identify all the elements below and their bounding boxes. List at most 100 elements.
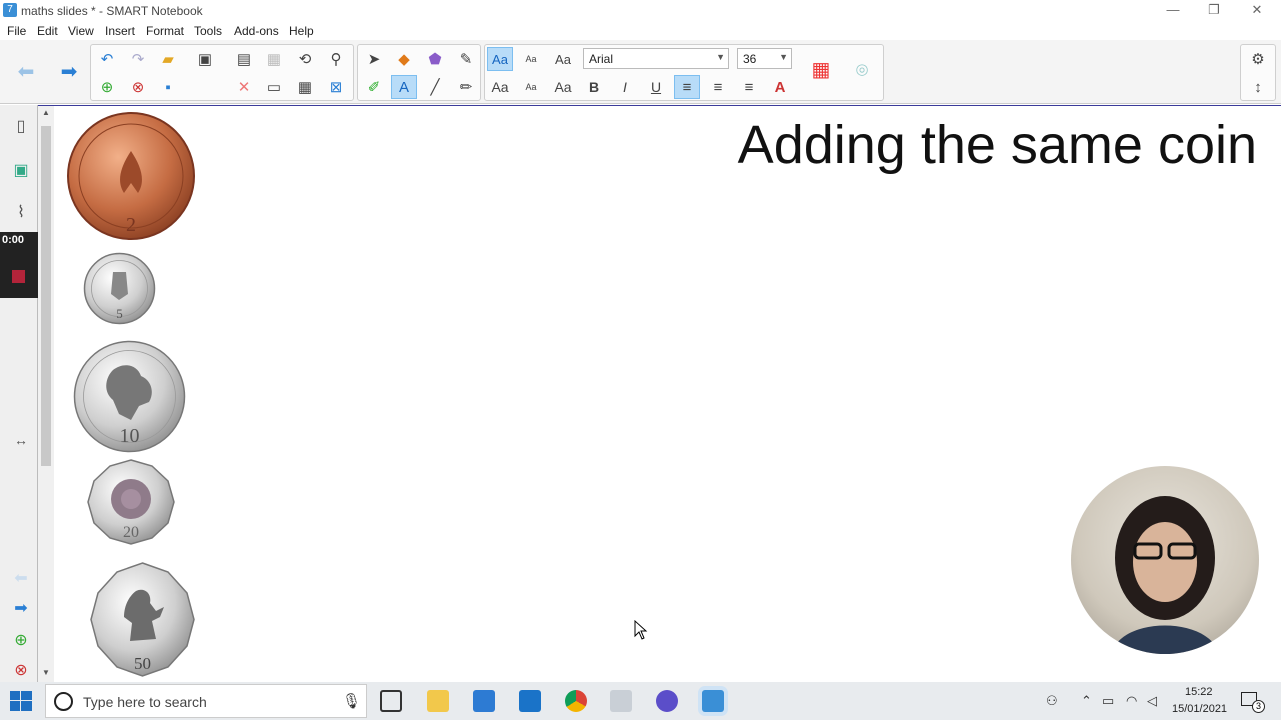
- menu-view[interactable]: View: [68, 24, 94, 38]
- video-player-icon[interactable]: [610, 690, 632, 712]
- font-size-value: 36: [743, 52, 757, 66]
- text-tool-icon[interactable]: A: [391, 75, 417, 99]
- people-icon[interactable]: ⚇: [1046, 693, 1058, 709]
- menu-addons[interactable]: Add-ons: [234, 24, 279, 38]
- delete-icon[interactable]: ✕: [231, 75, 257, 99]
- stop-recording-button[interactable]: [12, 270, 25, 283]
- taskbar-search-box[interactable]: Type here to search 🎙: [45, 684, 367, 718]
- font-name-select[interactable]: Arial ▼: [583, 48, 729, 69]
- shapes-icon[interactable]: ◆: [391, 47, 417, 71]
- smart-notebook-app-icon: 7: [3, 3, 17, 17]
- toolbar-move-icon[interactable]: ↕: [1245, 75, 1271, 99]
- text-style-button-4[interactable]: Aa: [550, 75, 576, 99]
- two-pence-coin[interactable]: 2: [66, 111, 197, 242]
- twenty-pence-coin[interactable]: 20: [86, 459, 176, 545]
- menu-edit[interactable]: Edit: [37, 24, 58, 38]
- text-format-icon[interactable]: A: [767, 75, 793, 99]
- redo-icon[interactable]: ↷: [125, 47, 151, 71]
- side-next-icon[interactable]: ➡: [6, 591, 36, 625]
- close-document-icon[interactable]: ⊠: [323, 75, 349, 99]
- minimize-button[interactable]: —: [1158, 2, 1188, 18]
- undo-icon[interactable]: ↶: [94, 47, 120, 71]
- toolbar-group-settings: ⚙ ↕: [1240, 44, 1276, 101]
- smart-tools-icon[interactable]: [656, 690, 678, 712]
- task-view-icon[interactable]: [380, 690, 402, 712]
- page-sorter-icon[interactable]: ▯: [6, 109, 36, 143]
- ten-pence-coin[interactable]: 10: [73, 340, 186, 453]
- paste-icon[interactable]: ▤: [231, 47, 257, 71]
- volume-icon[interactable]: ◁: [1147, 693, 1157, 709]
- gear-icon[interactable]: ⚙: [1245, 47, 1271, 71]
- previous-page-icon[interactable]: ⬅: [13, 59, 39, 83]
- scroll-down-icon[interactable]: ▼: [42, 668, 50, 677]
- text-style-button-3[interactable]: Aa: [518, 75, 544, 99]
- select-pointer-icon[interactable]: ➤: [361, 47, 387, 71]
- clock-time[interactable]: 15:22: [1185, 686, 1213, 698]
- battery-icon[interactable]: ▭: [1102, 693, 1114, 709]
- tray-chevron-up-icon[interactable]: ⌃: [1081, 693, 1092, 709]
- delete-page-icon[interactable]: ⊗: [125, 75, 151, 99]
- bold-button[interactable]: B: [581, 75, 607, 99]
- page-title[interactable]: Adding the same coin: [738, 114, 1257, 176]
- mail-icon[interactable]: [519, 690, 541, 712]
- screen-capture-icon[interactable]: ▭: [261, 75, 287, 99]
- magnifier-icon[interactable]: ⚲: [323, 47, 349, 71]
- menu-help[interactable]: Help: [289, 24, 314, 38]
- recording-badge: 0:00: [0, 232, 38, 298]
- align-center-icon[interactable]: ≡: [705, 75, 731, 99]
- chevron-down-icon: ▼: [716, 52, 725, 62]
- resize-arrows-icon[interactable]: ↔: [6, 423, 36, 457]
- desktop-icon[interactable]: ▣: [192, 47, 218, 71]
- add-page-icon[interactable]: ⊕: [94, 75, 120, 99]
- font-size-select[interactable]: 36 ▼: [737, 48, 792, 69]
- next-page-icon[interactable]: ➡: [56, 59, 82, 83]
- notification-count: 3: [1252, 700, 1265, 713]
- wifi-icon[interactable]: ◠: [1126, 693, 1137, 709]
- smart-notebook-taskbar-icon[interactable]: [702, 690, 724, 712]
- search-placeholder: Type here to search: [83, 694, 207, 710]
- vertical-scrollbar[interactable]: ▲ ▼: [38, 106, 54, 682]
- underline-button[interactable]: U: [643, 75, 669, 99]
- eraser-icon[interactable]: ⬟: [422, 47, 448, 71]
- mouse-cursor-icon: [634, 620, 648, 640]
- toolbar-group-tools: ➤ ◆ ⬟ ✎ ✐ A ╱ ✏: [357, 44, 481, 101]
- fill-icon[interactable]: ✎: [453, 47, 479, 71]
- menu-file[interactable]: File: [7, 24, 26, 38]
- table-icon[interactable]: ▦: [292, 75, 318, 99]
- side-add-page-icon[interactable]: ⊕: [6, 623, 36, 657]
- close-button[interactable]: ✕: [1242, 2, 1272, 18]
- pens-icon[interactable]: ✐: [361, 75, 387, 99]
- scrollbar-thumb[interactable]: [41, 126, 51, 466]
- clock-date[interactable]: 15/01/2021: [1172, 703, 1227, 715]
- menu-insert[interactable]: Insert: [105, 24, 135, 38]
- menu-format[interactable]: Format: [146, 24, 184, 38]
- microsoft-store-icon[interactable]: [473, 690, 495, 712]
- side-previous-icon[interactable]: ⬅: [6, 561, 36, 595]
- menu-tools[interactable]: Tools: [194, 24, 222, 38]
- full-screen-icon[interactable]: ⟲: [292, 47, 318, 71]
- text-style-small-button[interactable]: Aa: [518, 47, 544, 71]
- gallery-icon[interactable]: ▣: [6, 153, 36, 187]
- properties-icon[interactable]: ◎: [849, 57, 875, 81]
- highlighter-icon[interactable]: ✏: [453, 75, 479, 99]
- italic-button[interactable]: I: [612, 75, 638, 99]
- chrome-icon[interactable]: [565, 690, 587, 712]
- color-palette-icon[interactable]: ▦: [808, 57, 834, 81]
- file-explorer-icon[interactable]: [427, 690, 449, 712]
- align-right-icon[interactable]: ≡: [736, 75, 762, 99]
- text-style-button-2[interactable]: Aa: [487, 75, 513, 99]
- microphone-icon[interactable]: 🎙: [342, 692, 361, 710]
- open-folder-icon[interactable]: ▰: [155, 47, 181, 71]
- fifty-pence-coin[interactable]: 50: [84, 561, 201, 678]
- windows-start-icon[interactable]: [10, 691, 32, 711]
- text-style-large-button[interactable]: Aa: [487, 47, 513, 71]
- five-pence-coin[interactable]: 5: [83, 252, 156, 325]
- attachments-icon[interactable]: ⌇: [6, 195, 36, 229]
- text-style-medium-button[interactable]: Aa: [550, 47, 576, 71]
- screen-shade-icon[interactable]: ▦: [261, 47, 287, 71]
- scroll-up-icon[interactable]: ▲: [42, 108, 50, 117]
- save-icon[interactable]: ▪: [155, 75, 181, 99]
- line-icon[interactable]: ╱: [422, 75, 448, 99]
- restore-button[interactable]: ❐: [1199, 2, 1229, 18]
- align-left-icon[interactable]: ≡: [674, 75, 700, 99]
